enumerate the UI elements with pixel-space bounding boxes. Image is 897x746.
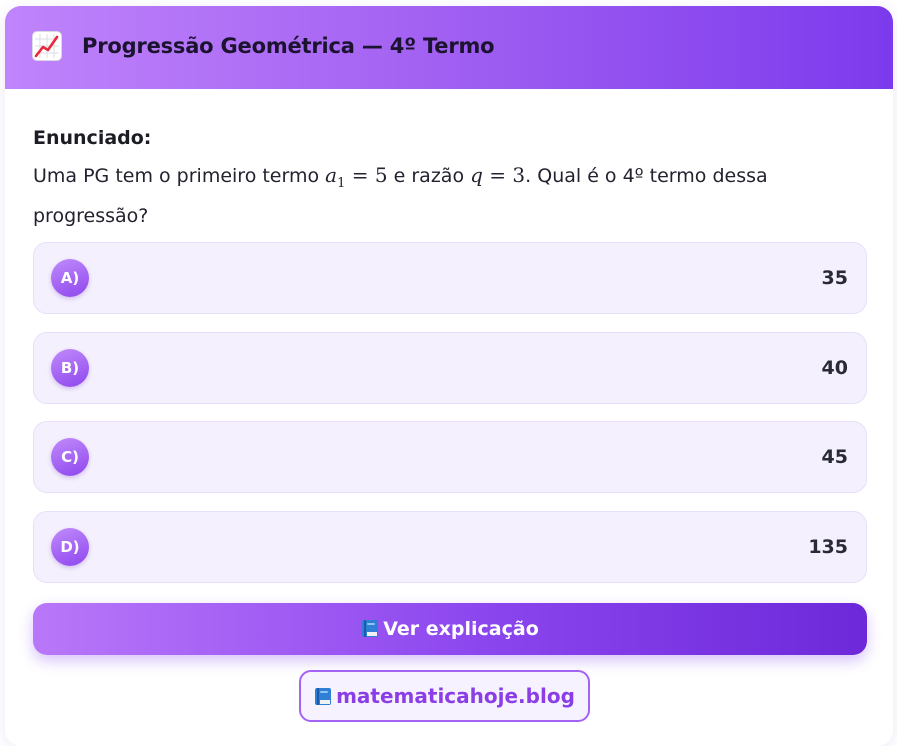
question-card: Progressão Geométrica — 4º Termo Enuncia… xyxy=(5,6,893,746)
blue-book-icon xyxy=(361,619,379,638)
option-d[interactable]: D) 135 xyxy=(33,511,867,583)
statement-text: Uma PG tem o primeiro termo a1 = 5 e raz… xyxy=(33,159,853,233)
see-explanation-button[interactable]: Ver explicação xyxy=(33,603,867,655)
page-title: Progressão Geométrica — 4º Termo xyxy=(82,34,495,58)
option-a-letter-badge: A) xyxy=(51,259,89,297)
formula-a1: a1 = 5 xyxy=(325,163,388,191)
statement-text-before: Uma PG tem o primeiro termo xyxy=(33,165,320,187)
card-header: Progressão Geométrica — 4º Termo xyxy=(5,6,893,89)
formula-q-value: 3 xyxy=(512,163,526,187)
blog-link-label: matematicahoje.blog xyxy=(336,684,575,708)
statement-label: Enunciado: xyxy=(33,127,152,149)
formula-a1-symbol: a xyxy=(325,163,338,187)
chart-increasing-icon xyxy=(32,31,62,61)
option-d-value: 135 xyxy=(808,536,848,558)
formula-a1-subscript: 1 xyxy=(337,176,346,191)
option-a-value: 35 xyxy=(821,267,848,289)
option-c[interactable]: C) 45 xyxy=(33,421,867,493)
option-b[interactable]: B) 40 xyxy=(33,332,867,404)
option-c-letter-badge: C) xyxy=(51,438,89,476)
formula-a1-equals: = xyxy=(351,163,369,187)
formula-q: q = 3 xyxy=(470,163,525,187)
formula-a1-value: 5 xyxy=(374,163,388,187)
statement-text-middle: e razão xyxy=(393,165,465,187)
blue-book-icon xyxy=(314,687,332,706)
option-a[interactable]: A) 35 xyxy=(33,242,867,314)
blog-link[interactable]: matematicahoje.blog xyxy=(299,670,590,722)
option-c-value: 45 xyxy=(821,446,848,468)
formula-q-symbol: q xyxy=(470,163,483,187)
option-d-letter-badge: D) xyxy=(51,528,89,566)
option-b-value: 40 xyxy=(821,357,848,379)
formula-q-equals: = xyxy=(489,163,507,187)
option-b-letter-badge: B) xyxy=(51,349,89,387)
see-explanation-label: Ver explicação xyxy=(383,618,539,640)
